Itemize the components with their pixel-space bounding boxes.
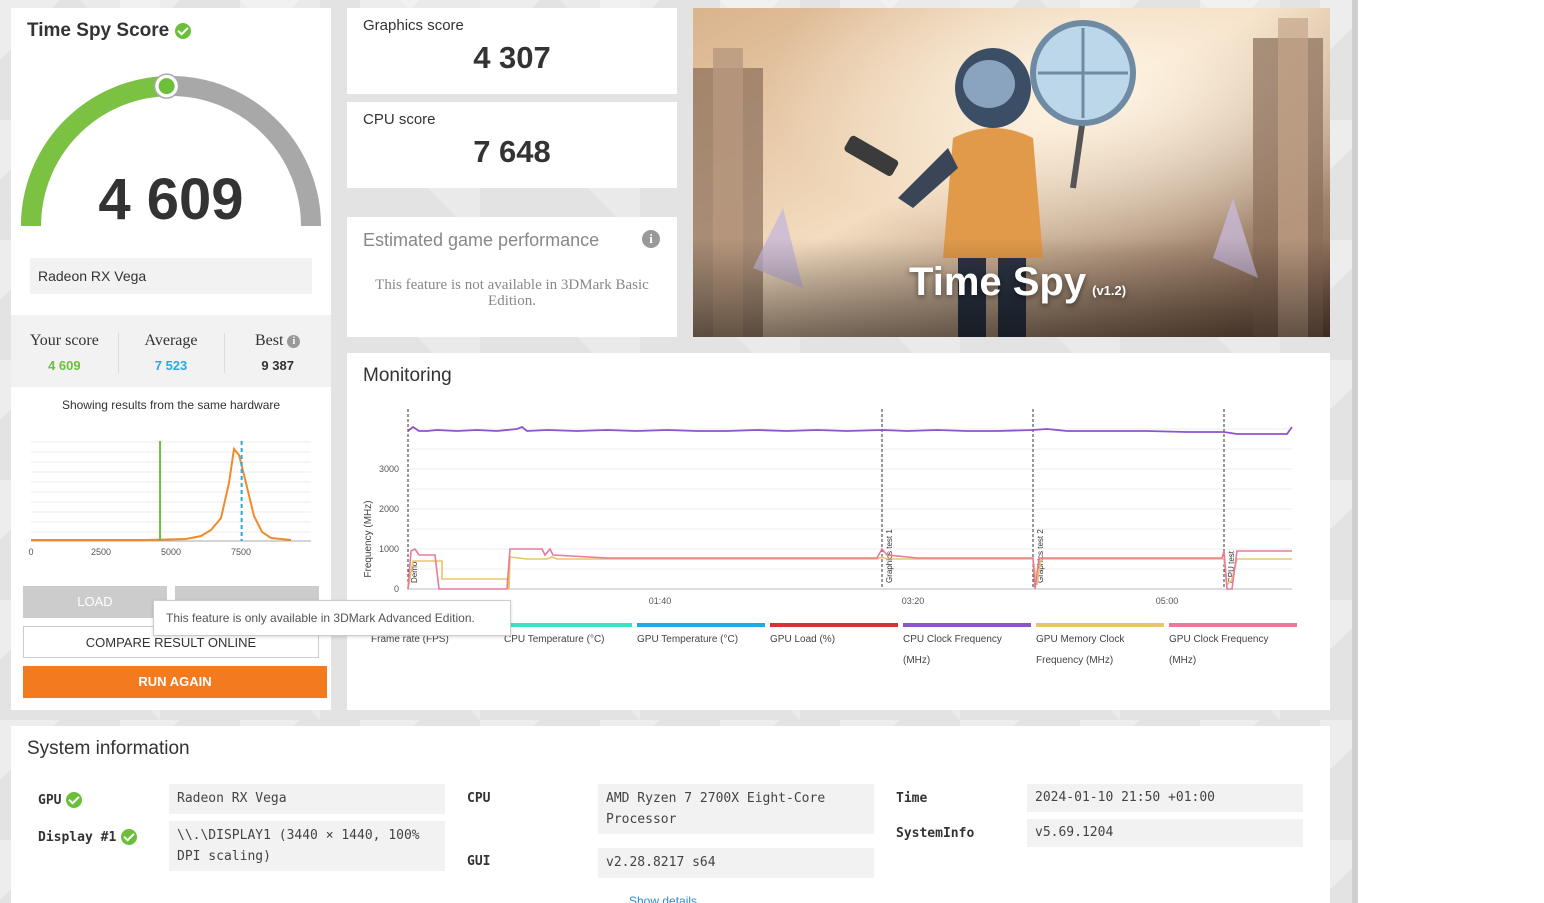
score-comparison: Your score 4 609 Average 7 523 Best i 9 3…: [11, 315, 331, 387]
legend-gpu-memory-clock[interactable]: GPU Memory Clock Frequency (MHz): [1036, 623, 1164, 671]
time-value: 2024-01-10 21:50 +01:00: [1027, 784, 1303, 812]
legend-cpu-clock[interactable]: CPU Clock Frequency (MHz): [903, 623, 1031, 671]
run-again-button[interactable]: RUN AGAIN: [23, 666, 327, 698]
legend-gpu-temperature[interactable]: GPU Temperature (°C): [637, 623, 765, 671]
your-score-column: Your score 4 609: [11, 315, 118, 387]
dist-tick-5000: 5000: [161, 547, 181, 557]
best-label: Best i: [224, 332, 331, 350]
overall-score: 4 609: [98, 167, 244, 232]
cpu-score-card: CPU score 7 648: [347, 102, 677, 188]
system-information-card: System information GPU Radeon RX Vega Di…: [11, 726, 1330, 903]
monitor-x-tick-0140: 01:40: [649, 596, 672, 606]
cpu-label: CPU: [467, 791, 491, 806]
score-title-text: Time Spy Score: [27, 20, 170, 41]
dist-tick-7500: 7500: [231, 547, 251, 557]
display-label: Display #1: [38, 829, 138, 845]
systeminfo-value: v5.69.1204: [1027, 819, 1303, 847]
graphics-score-value: 4 307: [473, 40, 551, 75]
benchmark-hero-image: Time Spy (v1.2): [693, 8, 1330, 337]
cpu-score-label: CPU score: [363, 111, 436, 128]
time-label: Time: [896, 791, 928, 806]
gauge-knob-center: [158, 78, 175, 95]
graphics-score-label: Graphics score: [363, 17, 464, 34]
legend-cpu-temperature[interactable]: CPU Temperature (°C): [504, 623, 632, 671]
estimated-performance-title: Estimated game performance: [363, 230, 600, 250]
estimated-game-performance-card: Estimated game performance i This featur…: [347, 217, 677, 337]
legend-gpu-load[interactable]: GPU Load (%): [770, 623, 898, 671]
dist-tick-0: 0: [28, 547, 33, 557]
hero-title: Time Spy (v1.2): [909, 260, 1127, 304]
hero-version: (v1.2): [1092, 283, 1127, 298]
average-value: 7 523: [154, 358, 188, 373]
monitoring-grid: [407, 428, 1292, 590]
best-value: 9 387: [261, 358, 294, 373]
monitor-y-tick-3000: 3000: [379, 464, 399, 474]
show-details-link[interactable]: Show details: [629, 894, 697, 903]
check-icon: [66, 792, 83, 808]
best-column: Best i 9 387: [224, 315, 331, 387]
your-score-value: 4 609: [48, 358, 81, 373]
same-hardware-note: Showing results from the same hardware: [61, 398, 281, 412]
legend-gpu-clock[interactable]: GPU Clock Frequency (MHz): [1169, 623, 1297, 671]
cpu-score-value: 7 648: [473, 134, 551, 169]
cpu-value: AMD Ryzen 7 2700X Eight-Core Processor: [598, 784, 874, 834]
estimated-performance-message: This feature is not available in 3DMark …: [375, 277, 649, 309]
display-value: \\.\DISPLAY1 (3440 × 1440, 100% DPI scal…: [169, 821, 445, 871]
gui-label: GUI: [467, 854, 491, 869]
average-label: Average: [144, 332, 198, 349]
graphics-score-card: Graphics score 4 307: [347, 8, 677, 94]
gpu-label: GPU: [38, 792, 83, 808]
check-icon: [175, 23, 192, 39]
advanced-edition-tooltip: This feature is only available in 3DMark…: [153, 600, 511, 636]
gui-value: v2.28.8217 s64: [598, 848, 874, 878]
monitor-y-tick-0: 0: [394, 584, 399, 594]
system-information-title: System information: [27, 738, 190, 759]
score-card: Time Spy Score 4 609 Radeon RX Vega Your…: [11, 8, 511, 710]
monitor-x-tick-0500: 05:00: [1156, 596, 1179, 606]
monitor-y-tick-2000: 2000: [379, 504, 399, 514]
monitor-x-tick-0320: 03:20: [902, 596, 925, 606]
check-icon: [121, 829, 138, 845]
series-gpu-memory-clock: [407, 556, 1292, 590]
scrollbar[interactable]: [1352, 0, 1358, 903]
monitoring-card: Monitoring Frequency (MHz) 3000 2000 100…: [347, 353, 1330, 710]
info-icon[interactable]: i: [642, 230, 660, 248]
info-icon[interactable]: i: [287, 334, 301, 348]
monitoring-chart: Frequency (MHz) 3000 2000 1000 0 Demo Gr…: [363, 409, 1293, 606]
blank-area: [1358, 0, 1544, 903]
systeminfo-label: SystemInfo: [896, 826, 975, 841]
score-title: Time Spy Score: [27, 20, 192, 42]
distribution-grid: [31, 441, 311, 542]
average-column: Average 7 523: [117, 315, 225, 387]
gpu-value: Radeon RX Vega: [169, 784, 445, 814]
dist-tick-2500: 2500: [91, 547, 111, 557]
monitor-y-tick-1000: 1000: [379, 544, 399, 554]
series-cpu-clock: [407, 425, 1293, 435]
your-score-label: Your score: [29, 332, 99, 349]
score-distribution-chart: 0 2500 5000 7500: [28, 441, 311, 557]
monitoring-title: Monitoring: [363, 365, 452, 386]
monitoring-y-label: Frequency (MHz): [363, 500, 374, 577]
gpu-name: Radeon RX Vega: [30, 258, 312, 294]
load-button[interactable]: LOAD: [23, 586, 167, 618]
